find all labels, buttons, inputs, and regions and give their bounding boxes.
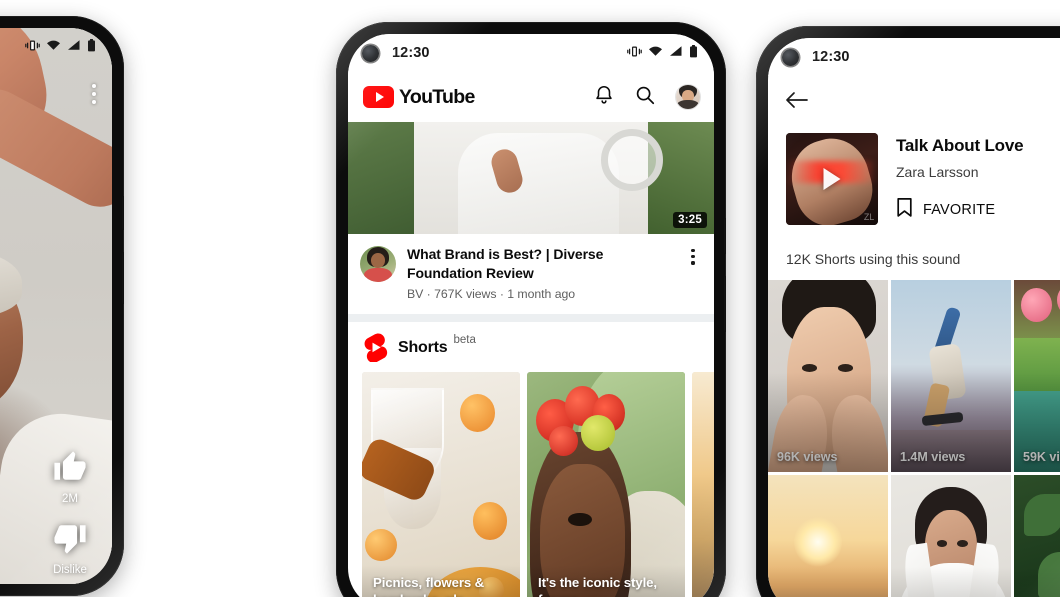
favorite-label: FAVORITE (923, 202, 996, 218)
bookmark-icon (896, 197, 913, 223)
youtube-logo[interactable]: YouTube (363, 86, 475, 109)
youtube-play-icon (363, 86, 394, 108)
play-triangle-icon (823, 168, 841, 190)
grid-item-views: 59K views (1023, 450, 1060, 464)
status-time: 12:30 (392, 45, 430, 61)
grid-item-image (1014, 280, 1060, 472)
sound-text-block: Talk About Love Zara Larsson FAVORITE (896, 133, 1060, 225)
signal-icon (669, 45, 683, 61)
sound-summary: ZL Talk About Love Zara Larsson FAVORITE (768, 117, 1060, 225)
player-action-rail: 2M Dislike (38, 450, 102, 576)
shorts-card[interactable]: It's the iconic style, for me 41.1k view… (527, 372, 685, 597)
shorts-card-image (362, 372, 520, 597)
grid-item[interactable] (1014, 475, 1060, 597)
battery-icon (87, 38, 96, 56)
shorts-logo-icon (362, 333, 388, 364)
grid-item[interactable]: 1.4M views (891, 280, 1011, 472)
volume-button[interactable] (724, 276, 726, 332)
sound-artist: Zara Larsson (896, 164, 979, 180)
dislike-label: Dislike (53, 564, 87, 576)
shorts-using-sound-count: 12K Shorts using this sound (786, 251, 961, 267)
battery-icon (689, 44, 698, 62)
shorts-carousel[interactable]: Picnics, flowers & kombucha, plz 50M vie… (348, 372, 714, 597)
shorts-card[interactable]: Picnics, flowers & kombucha, plz 50M vie… (362, 372, 520, 597)
video-meta-line: BV · 767K views · 1 month ago (407, 287, 576, 302)
grid-item-image (891, 280, 1011, 472)
grid-item[interactable]: 96K views (768, 280, 888, 472)
like-button[interactable]: 2M (53, 450, 87, 505)
grid-item[interactable] (768, 475, 888, 597)
grid-item[interactable]: 59K views (1014, 280, 1060, 472)
phone1-screen: :30 (0, 28, 112, 584)
vibrate-icon (25, 39, 40, 56)
power-button[interactable] (724, 218, 726, 254)
youtube-app-header: YouTube (348, 72, 714, 122)
search-icon[interactable] (634, 84, 656, 111)
grid-item-views: 1.4M views (900, 450, 966, 464)
shorts-grid: 96K views 1.4M views 59K vi (768, 280, 1060, 597)
like-count: 2M (62, 493, 78, 505)
sound-detail-screen: 12:30 ZL Talk About Love Zara Larsson FA… (768, 38, 1060, 597)
grid-item-image (1014, 475, 1060, 597)
grid-item-image (768, 475, 888, 597)
shorts-card-partial[interactable] (692, 372, 714, 597)
notifications-bell-icon[interactable] (593, 84, 615, 111)
screenshot-stage: :30 (0, 0, 1060, 597)
youtube-wordmark: YouTube (399, 85, 475, 108)
shorts-card-image (527, 372, 685, 597)
thumbs-up-icon (53, 450, 87, 489)
video-thumbnail-image (348, 122, 714, 234)
account-avatar[interactable] (675, 84, 701, 110)
shorts-card-title: Picnics, flowers & kombucha, plz (373, 575, 485, 597)
shorts-shelf-title: Shorts (398, 338, 448, 356)
status-time: 12:30 (812, 49, 850, 65)
wifi-icon (46, 39, 61, 55)
dislike-button[interactable]: Dislike (53, 521, 87, 576)
shorts-video-player[interactable]: :30 (0, 28, 112, 584)
thumbs-down-icon (53, 521, 87, 560)
phone3-status-bar: 12:30 (768, 38, 1060, 76)
volume-button[interactable] (122, 252, 124, 304)
phone-device-shorts-player: :30 (0, 16, 124, 596)
phone3-screen: 12:30 ZL Talk About Love Zara Larsson FA… (768, 38, 1060, 597)
header-actions (593, 84, 701, 111)
video-duration-badge: 3:25 (673, 212, 707, 228)
vibrate-icon (627, 45, 642, 62)
phone2-status-bar: 12:30 (348, 34, 714, 72)
video-thumbnail[interactable]: 3:25 (348, 122, 714, 234)
phone2-screen: 12:30 YouTube 3:25 What Brand is Best? |… (348, 34, 714, 597)
video-info-row: What Brand is Best? | Diverse Foundation… (348, 234, 714, 315)
camera-punch-hole (782, 48, 799, 66)
video-overflow-menu[interactable] (684, 245, 702, 301)
back-arrow-icon[interactable] (785, 92, 809, 114)
shorts-card-overlay: It's the iconic style, for me 41.1k view… (527, 565, 685, 597)
shorts-card-overlay: Picnics, flowers & kombucha, plz 50M vie… (362, 565, 520, 597)
wifi-icon (648, 45, 663, 61)
phone-device-youtube-home: 12:30 YouTube 3:25 What Brand is Best? |… (336, 22, 726, 597)
video-text-block: What Brand is Best? | Diverse Foundation… (407, 245, 673, 301)
player-overflow-menu[interactable] (92, 84, 96, 104)
favorite-button[interactable]: FAVORITE (896, 197, 1060, 223)
sound-title: Talk About Love (896, 136, 1024, 155)
power-button[interactable] (122, 196, 124, 230)
phone-device-sound-page: 12:30 ZL Talk About Love Zara Larsson FA… (756, 26, 1060, 597)
shorts-beta-badge: beta (453, 334, 476, 347)
shorts-card-title: It's the iconic style, for me (538, 575, 657, 597)
phone1-status-bar: :30 (0, 28, 112, 66)
section-divider (348, 314, 714, 323)
grid-item-views: 96K views (777, 450, 838, 464)
video-title[interactable]: What Brand is Best? | Diverse Foundation… (407, 245, 673, 282)
shorts-shelf-header: Shorts beta (348, 322, 714, 373)
grid-item[interactable] (891, 475, 1011, 597)
channel-avatar[interactable] (360, 246, 396, 282)
sound-artwork[interactable]: ZL (786, 133, 878, 225)
grid-item-image (891, 475, 1011, 597)
shorts-card-image (692, 372, 714, 597)
grid-item-image (768, 280, 888, 472)
signal-icon (67, 39, 81, 55)
camera-punch-hole (362, 44, 379, 62)
back-navigation[interactable] (768, 76, 1060, 117)
